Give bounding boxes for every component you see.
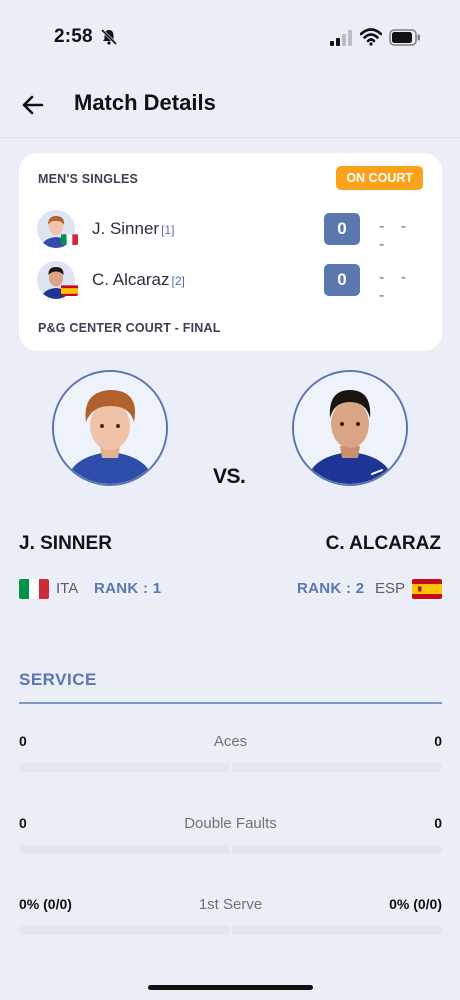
status-bar: 2:58: [0, 0, 460, 70]
stat-bar-right: [232, 845, 442, 854]
battery-icon: [389, 29, 420, 46]
player-name-right: C. ALCARAZ: [325, 533, 441, 554]
section-divider: [19, 702, 442, 704]
stat-bar-left: [19, 845, 229, 854]
flag-spain-icon: [412, 579, 442, 599]
back-arrow-icon[interactable]: [20, 92, 46, 118]
player-name: J. Sinner [1]: [92, 219, 175, 238]
stat-bar-left: [19, 763, 229, 772]
stat-bar-left: [19, 926, 229, 935]
app-header: Match Details: [0, 70, 460, 138]
flag-spain-icon: [61, 284, 78, 296]
country-code-right: ESP: [375, 580, 406, 597]
player-score: 0: [324, 264, 360, 296]
stat-value-right: 0: [434, 815, 442, 831]
stat-value-right: 0% (0/0): [389, 896, 442, 912]
rank-left: RANK : 1: [94, 580, 162, 597]
stat-row-double-faults: 0 Double Faults 0: [19, 815, 442, 865]
status-time: 2:58: [54, 26, 93, 47]
match-card[interactable]: MEN'S SINGLES ON COURT J. Sinner [1] 0 - …: [19, 153, 442, 351]
bell-muted-icon: [100, 28, 118, 46]
set-scores: - - -: [379, 218, 413, 253]
venue-label: P&G CENTER COURT - FINAL: [38, 321, 221, 335]
player-photo-alcaraz[interactable]: [292, 370, 408, 486]
country-code-left: ITA: [56, 580, 79, 597]
player-photo-sinner[interactable]: [52, 370, 168, 486]
stat-label: Aces: [213, 733, 248, 750]
stat-bar-right: [232, 763, 442, 772]
stat-row-first-serve: 0% (0/0) 1st Serve 0% (0/0): [19, 896, 442, 946]
event-label: MEN'S SINGLES: [38, 172, 139, 186]
page-title: Match Details: [74, 90, 216, 115]
player-seed: [1]: [161, 223, 175, 237]
stat-row-aces: 0 Aces 0: [19, 733, 442, 783]
flag-italy-icon: [19, 579, 49, 599]
set-scores: - - -: [379, 269, 413, 304]
player-name-left: J. SINNER: [19, 533, 112, 554]
stat-bar-right: [232, 926, 442, 935]
home-indicator[interactable]: [148, 985, 313, 990]
player-score: 0: [324, 213, 360, 245]
player-row-alcaraz: C. Alcaraz [2] 0 - - -: [37, 260, 424, 304]
player-seed: [2]: [171, 274, 185, 288]
versus-label: VS.: [213, 465, 246, 488]
rank-right: RANK : 2: [297, 580, 365, 597]
flag-italy-icon: [61, 233, 78, 245]
stat-value-right: 0: [434, 733, 442, 749]
stat-label: Double Faults: [184, 815, 277, 832]
status-badge: ON COURT: [336, 166, 423, 190]
signal-icon: [330, 30, 352, 46]
player-name: C. Alcaraz [2]: [92, 270, 185, 289]
stat-label: 1st Serve: [198, 896, 263, 913]
wifi-icon: [360, 28, 382, 46]
section-title-service: SERVICE: [19, 670, 97, 689]
player-row-sinner: J. Sinner [1] 0 - - -: [37, 209, 424, 253]
